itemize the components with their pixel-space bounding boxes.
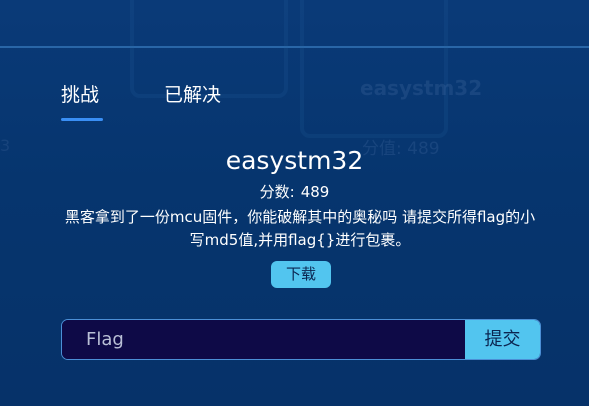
score-value: 489 [300,183,330,201]
challenge-description: 黑客拿到了一份mcu固件，你能破解其中的奥秘吗 请提交所得flag的小写md5值… [64,208,536,249]
flag-input[interactable] [62,320,466,359]
active-tab-indicator [61,118,103,121]
score-label: 分数: [259,183,295,201]
flag-submit-form: 提交 [61,319,541,360]
download-button[interactable]: 下载 [271,261,331,288]
submit-button[interactable]: 提交 [465,320,540,359]
tab-solved[interactable]: 已解决 [164,80,221,107]
challenge-panel: 挑战 已解决 easystm32 分数: 489 黑客拿到了一份mcu固件，你能破… [0,0,589,406]
challenge-modal-screen: easystm32 分值: 489 3 挑战 已解决 easystm32 分数:… [0,0,589,406]
tab-challenge[interactable]: 挑战 [61,80,99,107]
challenge-score: 分数: 489 [0,181,589,202]
challenge-title: easystm32 [225,146,364,175]
